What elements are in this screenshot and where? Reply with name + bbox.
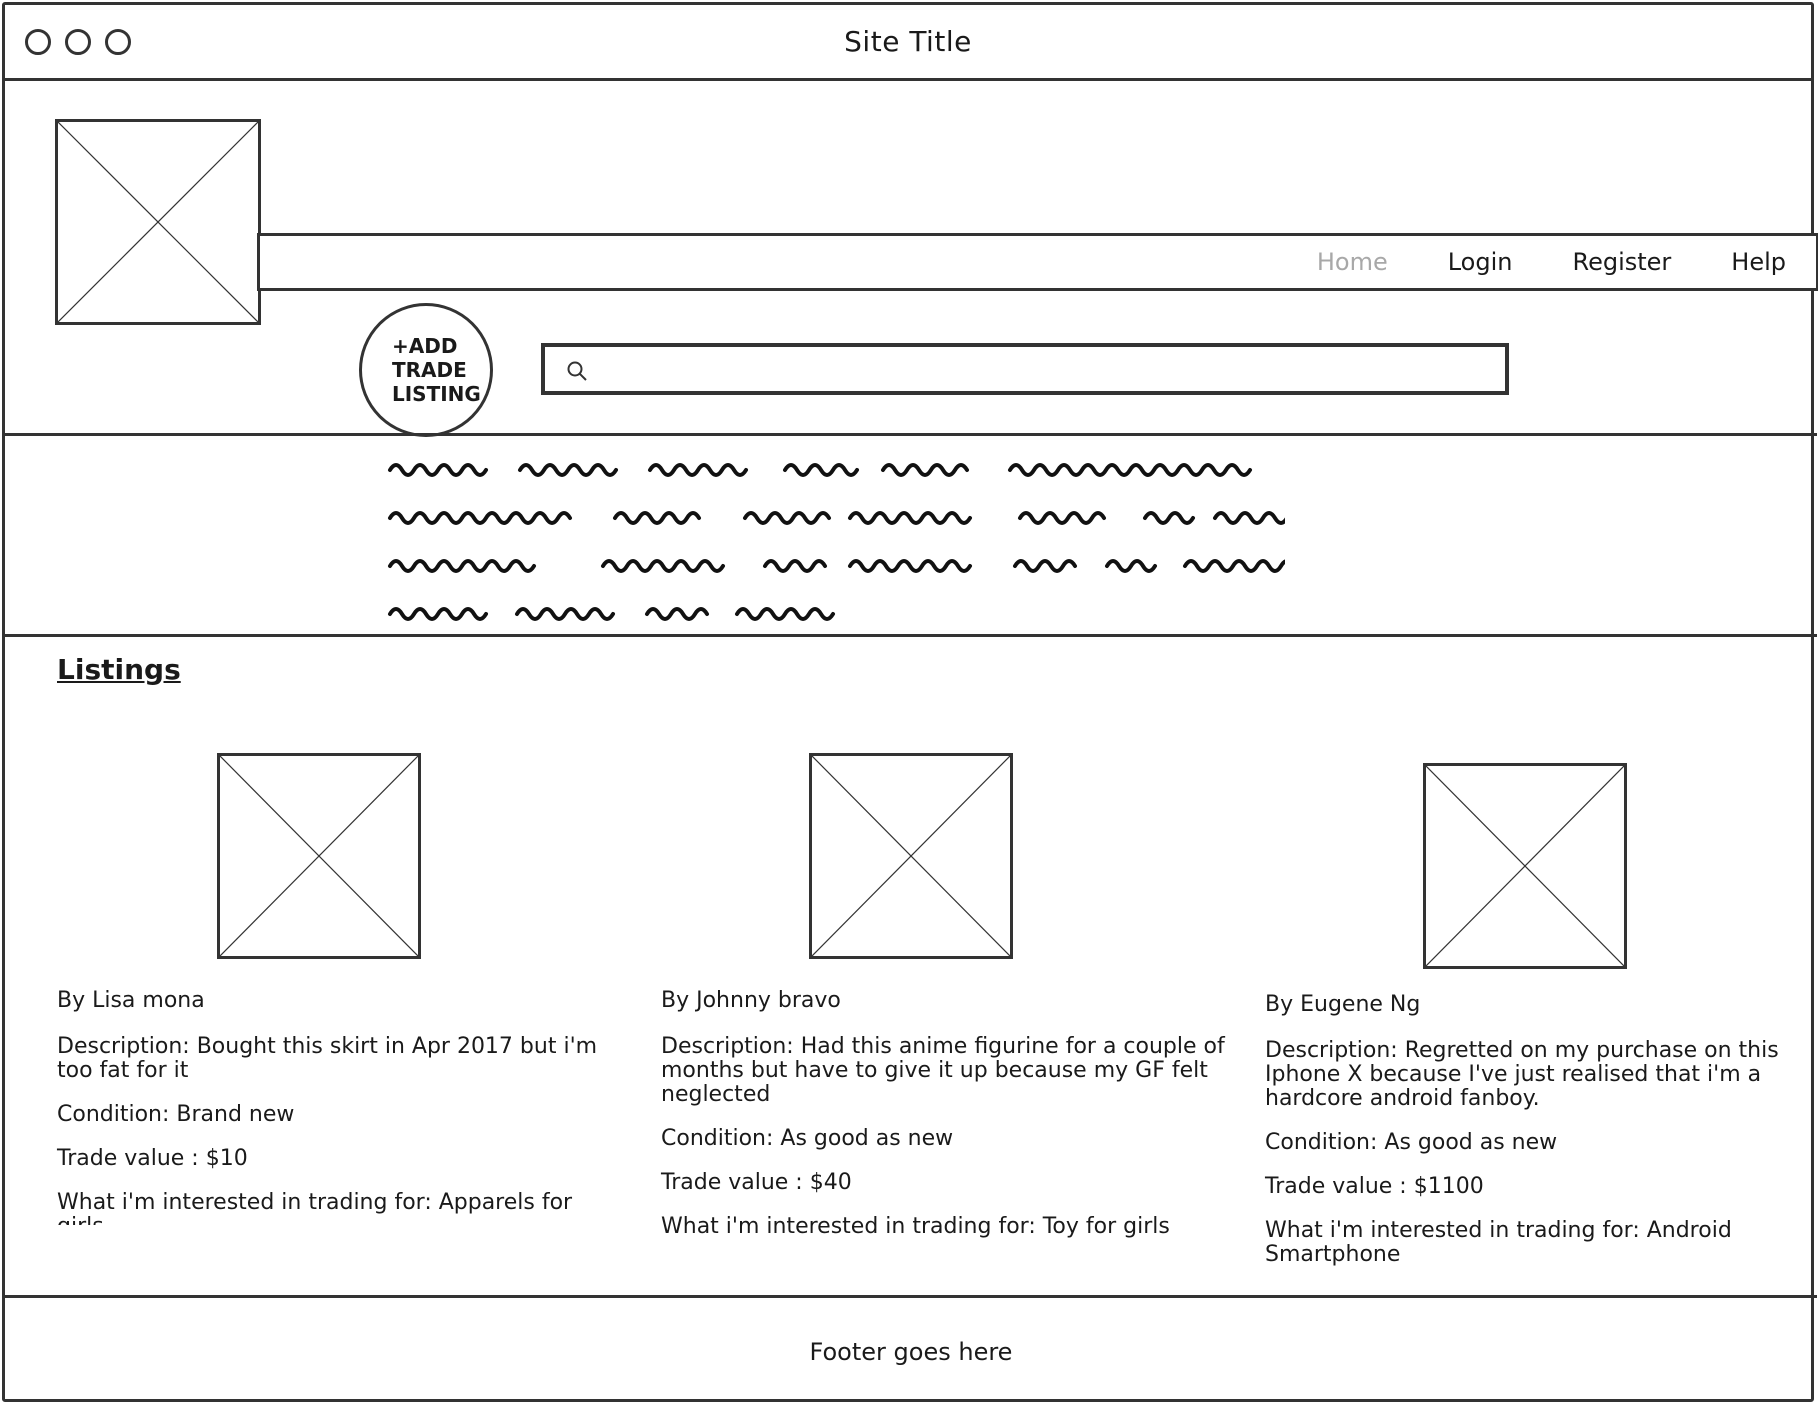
listing-author: By Lisa mona	[57, 988, 205, 1013]
listings-heading: Listings	[57, 653, 181, 686]
footer: Footer goes here	[5, 1295, 1817, 1405]
placeholder-text-scribble	[388, 463, 1285, 621]
listing-author: By Eugene Ng	[1265, 992, 1421, 1017]
nav-item-login[interactable]: Login	[1448, 248, 1513, 276]
footer-text: Footer goes here	[809, 1338, 1013, 1366]
listing-card[interactable]: By Eugene Ng Description: Regretted on m…	[1265, 993, 1799, 1287]
listing-image-placeholder[interactable]	[809, 753, 1013, 959]
search-input[interactable]	[601, 353, 1481, 387]
browser-window: Site Title Home Login Register Help +ADD…	[2, 2, 1818, 1405]
listing-condition: Condition: As good as new	[1265, 1130, 1558, 1155]
add-trade-listing-label-line1: +ADD	[392, 334, 458, 358]
listing-condition: Condition: Brand new	[57, 1102, 295, 1127]
listing-condition: Condition: As good as new	[661, 1126, 954, 1151]
listing-interested-in: What i'm interested in trading for: Appa…	[57, 1191, 573, 1225]
nav-bar: Home Login Register Help	[257, 233, 1818, 291]
listing-description: Description: Bought this skirt in Apr 20…	[57, 1034, 598, 1083]
add-trade-listing-label-line2: TRADE	[392, 358, 467, 382]
listing-trade-value: Trade value : $1100	[1265, 1174, 1484, 1199]
nav-menu: Home Login Register Help	[1257, 236, 1786, 288]
nav-item-help[interactable]: Help	[1731, 248, 1786, 276]
listing-image-placeholder[interactable]	[217, 753, 421, 959]
intro-text-block	[5, 433, 1817, 637]
title-bar: Site Title	[5, 5, 1811, 81]
search-icon	[567, 361, 587, 381]
image-placeholder-icon	[220, 756, 418, 956]
listing-interested-in: What i'm interested in trading for: Toy …	[661, 1214, 1170, 1239]
search-bar[interactable]	[541, 343, 1509, 395]
nav-item-home[interactable]: Home	[1317, 248, 1388, 276]
listing-image-placeholder[interactable]	[1423, 763, 1627, 969]
image-placeholder-icon	[812, 756, 1010, 956]
image-placeholder-icon	[1426, 766, 1624, 966]
logo-image-placeholder	[55, 119, 261, 325]
listing-interested-in: What i'm interested in trading for: Andr…	[1265, 1218, 1732, 1267]
listing-description: Description: Had this anime figurine for…	[661, 1034, 1225, 1107]
nav-item-register[interactable]: Register	[1572, 248, 1671, 276]
listing-description: Description: Regretted on my purchase on…	[1265, 1038, 1779, 1111]
listing-card[interactable]: By Lisa mona Description: Bought this sk…	[57, 989, 617, 1245]
listing-trade-value: Trade value : $10	[57, 1146, 248, 1171]
listing-author: By Johnny bravo	[661, 988, 841, 1013]
add-trade-listing-button[interactable]: +ADD TRADE LISTING	[359, 303, 493, 437]
add-trade-listing-label-line3: LISTING	[392, 382, 481, 406]
site-title: Site Title	[844, 25, 972, 58]
image-placeholder-icon	[58, 122, 258, 322]
listing-trade-value: Trade value : $40	[661, 1170, 852, 1195]
listing-card[interactable]: By Johnny bravo Description: Had this an…	[661, 989, 1227, 1259]
